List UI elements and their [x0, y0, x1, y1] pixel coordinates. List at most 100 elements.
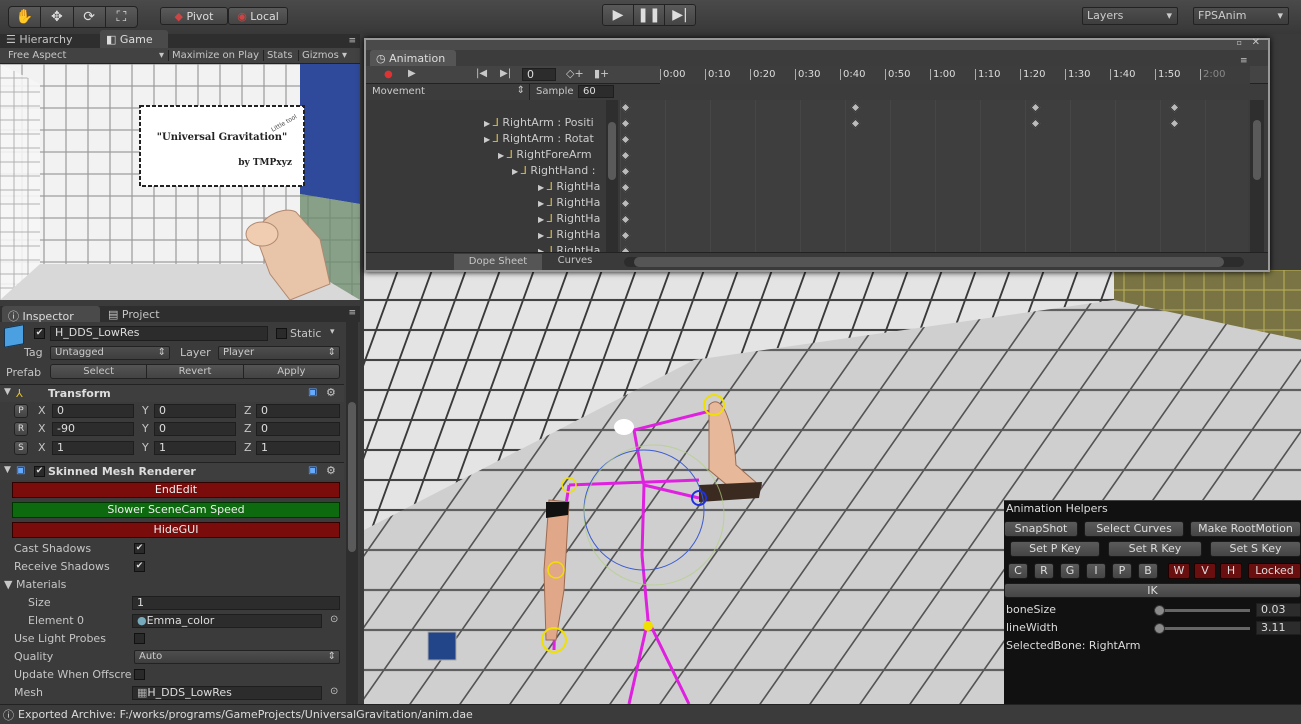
tab-hierarchy[interactable]: ☰ Hierarchy	[6, 33, 73, 46]
dopesheet-grid[interactable]	[620, 100, 1248, 257]
set-s-key-button[interactable]: Set S Key	[1210, 541, 1301, 557]
object-name-field[interactable]: H_DDS_LowRes	[50, 326, 268, 341]
position-z-field[interactable]: 0	[256, 404, 340, 418]
rotation-x-field[interactable]: -90	[52, 422, 134, 436]
play-icon[interactable]: ▶	[408, 68, 416, 79]
toggle-w-button[interactable]: W	[1168, 563, 1190, 579]
tab-animation[interactable]: ◷ Animation	[370, 50, 456, 66]
move-tool-icon[interactable]: ✥	[41, 7, 74, 27]
select-curves-button[interactable]: Select Curves	[1084, 521, 1184, 537]
toggle-r-button[interactable]: R	[1034, 563, 1054, 579]
toggle-i-button[interactable]: I	[1086, 563, 1106, 579]
keyframe-diamond[interactable]	[1169, 118, 1180, 129]
foldout-arrow-icon[interactable]: ▶	[484, 119, 493, 128]
position-y-field[interactable]: 0	[154, 404, 236, 418]
update-offscreen-checkbox[interactable]	[134, 669, 145, 680]
keyframe-diamond[interactable]	[1169, 102, 1180, 113]
status-message[interactable]: Exported Archive: F:/works/programs/Game…	[18, 708, 473, 721]
tab-menu-icon[interactable]: ≡	[348, 308, 356, 318]
keyframe-diamond[interactable]	[620, 102, 631, 113]
tab-curves[interactable]: Curves	[552, 255, 598, 266]
timeline-hscrollbar[interactable]	[624, 257, 1244, 267]
prefab-revert-button[interactable]: Revert	[147, 365, 244, 378]
aspect-dropdown[interactable]: Free Aspect ▾	[8, 50, 166, 61]
close-icon[interactable]: ✕	[1252, 37, 1260, 48]
snapshot-button[interactable]: SnapShot	[1004, 521, 1078, 537]
foldout-arrow-icon[interactable]: ▶	[538, 199, 547, 208]
track-row[interactable]: ▶ ⅃ RightHa	[538, 180, 600, 193]
smr-enabled-checkbox[interactable]: ✔	[34, 466, 45, 477]
set-p-key-button[interactable]: Set P Key	[1010, 541, 1100, 557]
gizmos-toggle[interactable]: Gizmos ▾	[298, 50, 347, 61]
line-width-field[interactable]: 3.11	[1256, 621, 1301, 635]
slower-scenecam-button[interactable]: Slower SceneCam Speed	[12, 502, 340, 518]
scale-reset-button[interactable]: S	[14, 441, 28, 455]
layers-dropdown[interactable]: Layers ▾	[1082, 7, 1178, 25]
locked-button[interactable]: Locked	[1248, 563, 1301, 579]
tab-menu-icon[interactable]: ≡	[348, 36, 356, 46]
help-icon[interactable]: ▣	[308, 387, 317, 398]
object-picker-icon[interactable]: ⊙	[330, 614, 338, 625]
foldout-arrow-icon[interactable]: ▶	[538, 231, 547, 240]
track-scrollbar[interactable]	[606, 100, 618, 252]
receive-shadows-checkbox[interactable]: ✔	[134, 561, 145, 572]
toggle-p-button[interactable]: P	[1112, 563, 1132, 579]
rotate-tool-icon[interactable]: ⟳	[74, 7, 106, 27]
game-view[interactable]: "Universal Gravitation" by TMPxyz Little…	[0, 64, 360, 300]
frame-field[interactable]: 0	[522, 68, 556, 81]
track-row[interactable]: ▶ ⅃ RightArm : Positi	[484, 116, 594, 129]
sample-field[interactable]: 60	[578, 85, 614, 98]
inspector-scrollbar[interactable]	[346, 322, 358, 704]
track-row[interactable]: ▶ ⅃ RightForeArm	[498, 148, 592, 161]
rotation-y-field[interactable]: 0	[154, 422, 236, 436]
keyframe-diamond[interactable]	[1030, 118, 1040, 129]
timeline-ruler[interactable]: 0:00 0:10 0:20 0:30 0:40 0:50 1:00 1:10 1:20 1:30…	[660, 66, 1250, 84]
tab-menu-icon[interactable]: ≡	[1240, 56, 1248, 66]
static-dropdown-icon[interactable]: ▾	[330, 327, 335, 337]
hand-tool-icon[interactable]: ✋	[9, 7, 42, 27]
make-rootmotion-button[interactable]: Make RootMotion	[1190, 521, 1301, 537]
foldout-arrow-icon[interactable]: ▼	[4, 465, 11, 475]
rotation-reset-button[interactable]: R	[14, 422, 28, 436]
prefab-select-button[interactable]: Select	[51, 365, 148, 378]
toggle-h-button[interactable]: H	[1220, 563, 1242, 579]
tab-inspector[interactable]: ⓘ Inspector	[2, 306, 100, 323]
local-toggle[interactable]: ◉ Local	[228, 7, 288, 25]
add-event-icon[interactable]: ▮+	[594, 67, 609, 80]
add-keyframe-icon[interactable]: ◇+	[566, 67, 584, 80]
dopesheet-vscrollbar[interactable]	[1250, 100, 1264, 252]
set-r-key-button[interactable]: Set R Key	[1108, 541, 1202, 557]
scale-y-field[interactable]: 1	[154, 441, 236, 455]
clip-dropdown[interactable]: Movement ⇕	[372, 84, 530, 100]
keyframe-diamond[interactable]	[620, 118, 631, 129]
line-width-slider-thumb[interactable]	[1154, 623, 1165, 634]
end-edit-button[interactable]: EndEdit	[12, 482, 340, 498]
gear-icon[interactable]: ⚙	[326, 386, 336, 399]
scale-tool-icon[interactable]: ⛶	[106, 7, 137, 27]
keyframe-diamond[interactable]	[620, 230, 631, 241]
active-checkbox[interactable]: ✔	[34, 328, 45, 339]
position-x-field[interactable]: 0	[52, 404, 134, 418]
object-picker-icon[interactable]: ⊙	[330, 686, 338, 697]
light-probes-checkbox[interactable]	[134, 633, 145, 644]
foldout-arrow-icon[interactable]: ▶	[538, 183, 547, 192]
element0-field[interactable]: ●Emma_color	[132, 614, 322, 628]
stats-toggle[interactable]: Stats	[263, 50, 293, 61]
line-width-slider[interactable]	[1154, 627, 1250, 630]
keyframe-diamond[interactable]	[1030, 102, 1040, 113]
track-row[interactable]: ▶ ⅃ RightArm : Rotat	[484, 132, 594, 145]
layout-dropdown[interactable]: FPSAnim ▾	[1193, 7, 1289, 25]
skinned-mesh-renderer-header[interactable]: ▼ ▣ ✔ Skinned Mesh Renderer ▣ ⚙	[0, 462, 344, 480]
cast-shadows-checkbox[interactable]: ✔	[134, 543, 145, 554]
toggle-c-button[interactable]: C	[1008, 563, 1028, 579]
layer-dropdown[interactable]: Player ⇕	[218, 346, 340, 360]
keyframe-diamond[interactable]	[620, 166, 631, 177]
toggle-b-button[interactable]: B	[1138, 563, 1158, 579]
transform-header[interactable]: ▼ ⅄ Transform ▣ ⚙	[0, 384, 344, 402]
rotation-z-field[interactable]: 0	[256, 422, 340, 436]
toggle-v-button[interactable]: V	[1194, 563, 1216, 579]
pivot-toggle[interactable]: ◆ Pivot	[160, 7, 228, 25]
keyframe-diamond[interactable]	[620, 134, 631, 145]
bone-size-slider[interactable]	[1154, 609, 1250, 612]
keyframe-diamond[interactable]	[620, 182, 631, 193]
